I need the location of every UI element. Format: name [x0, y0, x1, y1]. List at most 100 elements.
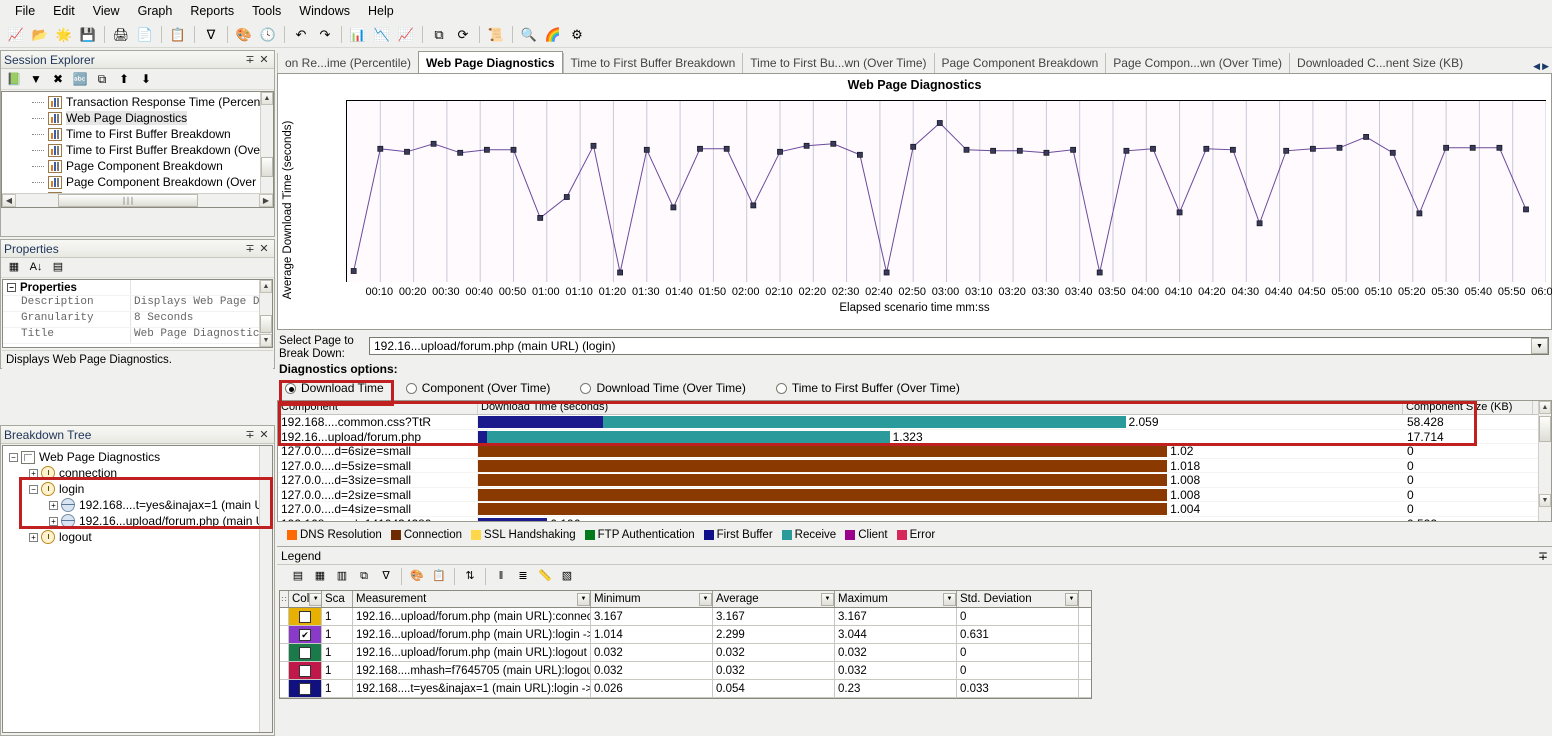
- expand-icon[interactable]: +: [29, 533, 38, 542]
- show-hide-measurement-icon[interactable]: ▤: [288, 567, 308, 586]
- tab-on-re-ime-percentile[interactable]: on Re...ime (Percentile): [277, 53, 418, 74]
- horizontal-scrollbar[interactable]: ◀ ∣∣∣ ▶: [2, 193, 273, 207]
- hscroll-track[interactable]: ∣∣∣: [16, 194, 259, 207]
- session-tree-item[interactable]: Transaction Response Time (Percen: [2, 94, 273, 110]
- radio-button[interactable]: [406, 383, 417, 394]
- add-graph-icon[interactable]: 🌟: [53, 24, 75, 46]
- row-grip[interactable]: [280, 608, 289, 625]
- set-filter-icon[interactable]: ∇: [376, 567, 396, 586]
- redo-icon[interactable]: ↷: [314, 24, 336, 46]
- view-details-icon[interactable]: ▧: [557, 567, 577, 586]
- set-filter-icon[interactable]: 🎨: [233, 24, 255, 46]
- configure-measurement-icon[interactable]: ⧉: [354, 567, 374, 586]
- add-new-graph-icon[interactable]: 📗: [4, 70, 24, 89]
- alphabetical-sort-icon[interactable]: A↓: [26, 259, 46, 277]
- tab-next-arrow-icon[interactable]: ▶: [1542, 61, 1549, 72]
- dropdown-arrow-icon[interactable]: ▼: [26, 70, 46, 89]
- properties-group-row[interactable]: − Properties: [3, 280, 272, 296]
- session-tree-item[interactable]: Time to First Buffer Breakdown: [2, 126, 273, 142]
- scroll-down-arrow-icon[interactable]: ▼: [1539, 494, 1551, 507]
- color-palette-icon[interactable]: 🌈: [542, 24, 564, 46]
- vertical-scrollbar[interactable]: ▲ ▼: [259, 280, 272, 347]
- radio-time-to-first-buffer-over-time[interactable]: Time to First Buffer (Over Time): [770, 378, 966, 398]
- component-row[interactable]: 127.0.0....d=5size=small1.0180: [278, 459, 1551, 474]
- breakdown-tree-content[interactable]: −Web Page Diagnostics+connection−login+1…: [2, 445, 273, 733]
- chevron-down-icon[interactable]: ▼: [1531, 338, 1548, 354]
- filter-icon[interactable]: ∇: [200, 24, 222, 46]
- column-header-component-size[interactable]: Component Size (KB): [1403, 401, 1533, 414]
- print-preview-icon[interactable]: 📄: [134, 24, 156, 46]
- property-row[interactable]: Title Web Page Diagnostics: [3, 328, 272, 344]
- open-folder-icon[interactable]: 📂: [29, 24, 51, 46]
- session-tree-item[interactable]: Page Component Breakdown: [2, 158, 273, 174]
- legend-column-header-minimum[interactable]: Minimum▼: [591, 591, 713, 607]
- property-value[interactable]: Web Page Diagnostics: [131, 328, 272, 343]
- tab-downloaded-c-nent-size-kb[interactable]: Downloaded C...nent Size (KB): [1289, 53, 1470, 74]
- scroll-left-arrow-icon[interactable]: ◀: [2, 194, 16, 207]
- breakdown-tree-item[interactable]: +192.168....t=yes&inajax=1 (main URL): [3, 497, 272, 513]
- legend-color-cell[interactable]: [289, 680, 322, 697]
- show-measurement-checkbox[interactable]: ✔: [299, 629, 311, 641]
- page-select-combobox[interactable]: 192.16...upload/forum.php (main URL) (lo…: [369, 337, 1549, 355]
- auto-correlate-icon[interactable]: ⟳: [452, 24, 474, 46]
- tab-page-component-breakdown[interactable]: Page Component Breakdown: [934, 53, 1106, 74]
- graph-properties-icon[interactable]: ⚙: [566, 24, 588, 46]
- radio-download-time-over-time[interactable]: Download Time (Over Time): [574, 378, 751, 398]
- component-row[interactable]: 127.0.0....d=3size=small1.0080: [278, 473, 1551, 488]
- pin-icon[interactable]: ∓: [1538, 549, 1548, 563]
- component-row[interactable]: 192.168....common.css?TtR2.05958.428: [278, 415, 1551, 430]
- new-report-icon[interactable]: 📜: [485, 24, 507, 46]
- property-pages-icon[interactable]: ▤: [48, 259, 68, 277]
- properties-grid[interactable]: − Properties Description Displays Web Pa…: [2, 279, 273, 348]
- close-icon[interactable]: ✕: [257, 242, 271, 255]
- legend-column-header-sca[interactable]: Sca: [322, 591, 353, 607]
- column-filter-dropdown-icon[interactable]: ▼: [1065, 593, 1078, 606]
- new-analysis-icon[interactable]: 📈: [5, 24, 27, 46]
- filter-graph-icon[interactable]: 📊: [347, 24, 369, 46]
- delete-graph-icon[interactable]: ✖: [48, 70, 68, 89]
- menu-item-help[interactable]: Help: [359, 2, 403, 20]
- page-select-value[interactable]: 192.16...upload/forum.php (main URL) (lo…: [370, 339, 1531, 353]
- tab-web-page-diagnostics[interactable]: Web Page Diagnostics: [418, 51, 562, 74]
- radio-component-over-time[interactable]: Component (Over Time): [400, 378, 557, 398]
- column-filter-dropdown-icon[interactable]: ▼: [309, 593, 322, 606]
- pin-icon[interactable]: ∓: [243, 428, 257, 441]
- column-filter-dropdown-icon[interactable]: ▼: [943, 593, 956, 606]
- component-row[interactable]: 192.168....and=14104342800.1960.522: [278, 517, 1551, 522]
- pin-icon[interactable]: ∓: [243, 242, 257, 255]
- group-by-icon[interactable]: ≣: [513, 567, 533, 586]
- legend-row[interactable]: 1192.168....t=yes&inajax=1 (main URL):lo…: [280, 680, 1091, 698]
- sort-measurement-icon[interactable]: ⇅: [460, 567, 480, 586]
- expand-icon[interactable]: +: [49, 501, 58, 510]
- row-grip[interactable]: ∷: [280, 591, 289, 607]
- legend-color-cell[interactable]: [289, 608, 322, 625]
- expand-icon[interactable]: +: [29, 469, 38, 478]
- radio-button[interactable]: [580, 383, 591, 394]
- collapse-icon[interactable]: −: [7, 283, 16, 292]
- menu-item-tools[interactable]: Tools: [243, 2, 290, 20]
- collapse-icon[interactable]: −: [29, 485, 38, 494]
- merge-graphs-icon[interactable]: ⧉: [428, 24, 450, 46]
- component-row[interactable]: 127.0.0....d=2size=small1.0080: [278, 488, 1551, 503]
- scroll-down-arrow-icon[interactable]: ▼: [260, 334, 272, 347]
- measure-icon[interactable]: 📏: [535, 567, 555, 586]
- expand-icon[interactable]: +: [49, 517, 58, 526]
- property-row[interactable]: Description Displays Web Page Di: [3, 296, 272, 312]
- show-measurement-checkbox[interactable]: [299, 647, 311, 659]
- component-row[interactable]: 192.16...upload/forum.php1.32317.714: [278, 430, 1551, 445]
- column-filter-dropdown-icon[interactable]: ▼: [821, 593, 834, 606]
- property-row[interactable]: Granularity 8 Seconds: [3, 312, 272, 328]
- show-measurement-checkbox[interactable]: [299, 611, 311, 623]
- session-tree-item[interactable]: Page Component Breakdown (Over: [2, 174, 273, 190]
- tab-time-to-first-bu-wn-over-time[interactable]: Time to First Bu...wn (Over Time): [742, 53, 933, 74]
- scrollbar-thumb[interactable]: [1539, 416, 1551, 442]
- vertical-scrollbar[interactable]: ▲ ▼: [1538, 401, 1551, 521]
- property-value[interactable]: 8 Seconds: [131, 312, 272, 327]
- scroll-right-arrow-icon[interactable]: ▶: [259, 194, 273, 207]
- pin-icon[interactable]: ∓: [243, 53, 257, 66]
- legend-column-header-col[interactable]: Col▼: [289, 591, 322, 607]
- legend-column-header-maximum[interactable]: Maximum▼: [835, 591, 957, 607]
- show-measurement-checkbox[interactable]: [299, 683, 311, 695]
- undo-icon[interactable]: ↶: [290, 24, 312, 46]
- columns-icon[interactable]: ‖: [491, 567, 511, 586]
